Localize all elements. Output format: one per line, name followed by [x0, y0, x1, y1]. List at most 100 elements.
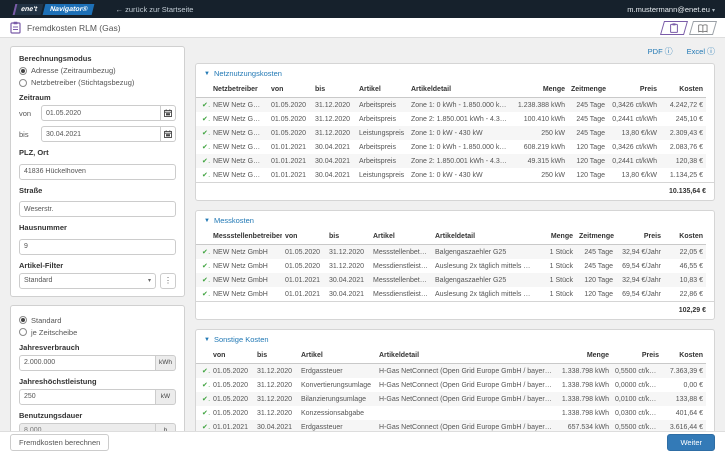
calendar-icon[interactable]: [161, 126, 176, 142]
check-icon: ✔: [196, 98, 210, 113]
radio-adresse[interactable]: Adresse (Zeitraumbezug): [19, 66, 176, 75]
table-cell: NEW Netz GmbH: [210, 140, 268, 154]
handbook-button[interactable]: [689, 21, 717, 35]
column-header: Kosten: [664, 229, 706, 245]
table-cell: 31.12.2020: [312, 126, 356, 140]
table-row: ✔01.05.202031.12.2020Konvertierungsumlag…: [196, 378, 706, 392]
table-cell: 250 kW: [512, 168, 568, 182]
table-cell: 120 Tage: [568, 154, 608, 168]
artikel-filter-select[interactable]: Standard ▾: [19, 273, 156, 289]
radio-standard[interactable]: Standard: [19, 316, 176, 325]
excel-export-link[interactable]: Excel ⓘ: [687, 46, 715, 57]
table-cell: 1 Stück: [536, 245, 576, 260]
table-cell: 1.338.798 kWh: [556, 392, 612, 406]
check-icon: ✔: [196, 420, 210, 431]
table-cell: 31.12.2020: [312, 112, 356, 126]
table-cell: 31.12.2020: [326, 245, 370, 260]
back-to-start-link[interactable]: ← zurück zur Startseite: [116, 5, 194, 14]
plz-ort-label: PLZ, Ort: [19, 148, 176, 157]
netznutzungskosten-table: NetzbetreibervonbisArtikelArtikeldetailM…: [196, 82, 706, 182]
artikel-filter-label: Artikel-Filter: [19, 261, 176, 270]
table-cell: 245 Tage: [568, 126, 608, 140]
column-header: von: [268, 82, 312, 98]
von-date-input[interactable]: [41, 105, 161, 121]
table-cell: H-Gas NetConnect (Open Grid Europe GmbH …: [376, 420, 556, 431]
check-icon: ✔: [196, 287, 210, 301]
chevron-down-icon: ▾: [148, 277, 151, 284]
table-cell: NEW Netz GmbH: [210, 112, 268, 126]
table-cell: 120 Tage: [568, 140, 608, 154]
table-header-row: vonbisArtikelArtikeldetailMengePreisKost…: [196, 348, 706, 364]
radio-je-zeitscheibe[interactable]: je Zeitscheibe: [19, 328, 176, 337]
footer-bar: Fremdkosten berechnen Weiter: [0, 431, 725, 453]
section-title: Netznutzungskosten: [214, 69, 282, 78]
table-cell: Leistungspreis: [356, 168, 408, 182]
table-row: ✔NEW Netz GmbH01.01.202130.04.2021Arbeit…: [196, 154, 706, 168]
check-icon: ✔: [196, 259, 210, 273]
radio-icon: [19, 328, 27, 336]
column-header: Artikeldetail: [432, 229, 536, 245]
table-cell: Zone 1: 0 kWh - 1.850.000 kWh: [408, 98, 512, 113]
hausnummer-input[interactable]: [19, 239, 176, 255]
radio-icon: [19, 79, 27, 87]
section-messkosten-header[interactable]: ▼ Messkosten: [196, 211, 714, 229]
user-menu[interactable]: m.mustermann@enet.eu ▾: [627, 5, 715, 14]
table-cell: Konvertierungsumlage: [298, 378, 376, 392]
table-cell: 30.04.2021: [254, 420, 298, 431]
table-cell: 7.363,39 €: [662, 364, 706, 379]
column-header: bis: [326, 229, 370, 245]
jahresverbrauch-label: Jahresverbrauch: [19, 343, 176, 352]
column-header: von: [210, 348, 254, 364]
table-cell: 10,83 €: [664, 273, 706, 287]
radio-adresse-label: Adresse (Zeitraumbezug): [31, 66, 116, 75]
table-cell: 1.338.798 kWh: [556, 406, 612, 420]
table-cell: 245 Tage: [568, 112, 608, 126]
column-header: Artikeldetail: [408, 82, 512, 98]
table-cell: 01.01.2021: [268, 140, 312, 154]
check-icon: ✔: [196, 364, 210, 379]
radio-icon: [19, 67, 27, 75]
table-cell: 0,2441 ct/kWh: [608, 112, 660, 126]
strasse-input[interactable]: [19, 201, 176, 217]
table-cell: NEW Netz GmbH: [210, 245, 282, 260]
address-form-card: Berechnungsmodus Adresse (Zeitraumbezug)…: [10, 46, 185, 297]
document-icon: [10, 21, 21, 34]
table-cell: H-Gas NetConnect (Open Grid Europe GmbH …: [376, 378, 556, 392]
check-icon: ✔: [196, 126, 210, 140]
section-messkosten: ▼ Messkosten MessstellenbetreibervonbisA…: [195, 210, 715, 320]
info-icon[interactable]: ⓘ: [707, 46, 715, 57]
check-column-header: [196, 229, 210, 245]
jahresverbrauch-input[interactable]: [19, 355, 156, 371]
calendar-icon[interactable]: [161, 105, 176, 121]
check-icon: ✔: [196, 168, 210, 182]
excel-label: Excel: [687, 47, 705, 56]
section-sonstige-kosten-header[interactable]: ▼ Sonstige Kosten: [196, 330, 714, 348]
table-cell: 31.12.2020: [254, 392, 298, 406]
column-header: Kosten: [662, 348, 706, 364]
weiter-button[interactable]: Weiter: [667, 434, 715, 451]
radio-netzbetreiber[interactable]: Netzbetreiber (Stichtagsbezug): [19, 78, 176, 87]
filter-options-button[interactable]: ⋮: [160, 273, 176, 289]
table-cell: 01.05.2020: [268, 112, 312, 126]
table-cell: 4.242,72 €: [660, 98, 706, 113]
benutzungsdauer-unit: h: [156, 423, 176, 432]
table-cell: H-Gas NetConnect (Open Grid Europe GmbH …: [376, 364, 556, 379]
info-icon[interactable]: ⓘ: [665, 46, 673, 57]
section-netznutzungskosten-header[interactable]: ▼ Netznutzungskosten: [196, 64, 714, 82]
table-cell: 32,94 €/Jahr: [616, 245, 664, 260]
table-cell: 133,88 €: [662, 392, 706, 406]
sonstige-kosten-table: vonbisArtikelArtikeldetailMengePreisKost…: [196, 348, 706, 431]
plz-ort-input[interactable]: [19, 164, 176, 180]
pdf-export-link[interactable]: PDF ⓘ: [648, 46, 673, 57]
table-cell: 01.05.2020: [210, 378, 254, 392]
section-sonstige-kosten: ▼ Sonstige Kosten vonbisArtikelArtikelde…: [195, 329, 715, 431]
fremdkosten-berechnen-button[interactable]: Fremdkosten berechnen: [10, 434, 109, 451]
benutzungsdauer-label: Benutzungsdauer: [19, 411, 176, 420]
table-cell: [376, 406, 556, 420]
jahreshoechstleistung-input[interactable]: [19, 389, 156, 405]
table-cell: Konzessionsabgabe: [298, 406, 376, 420]
bis-date-input[interactable]: [41, 126, 161, 142]
table-cell: 2.309,43 €: [660, 126, 706, 140]
table-cell: Bilanzierungsumlage: [298, 392, 376, 406]
report-button[interactable]: [660, 21, 688, 35]
